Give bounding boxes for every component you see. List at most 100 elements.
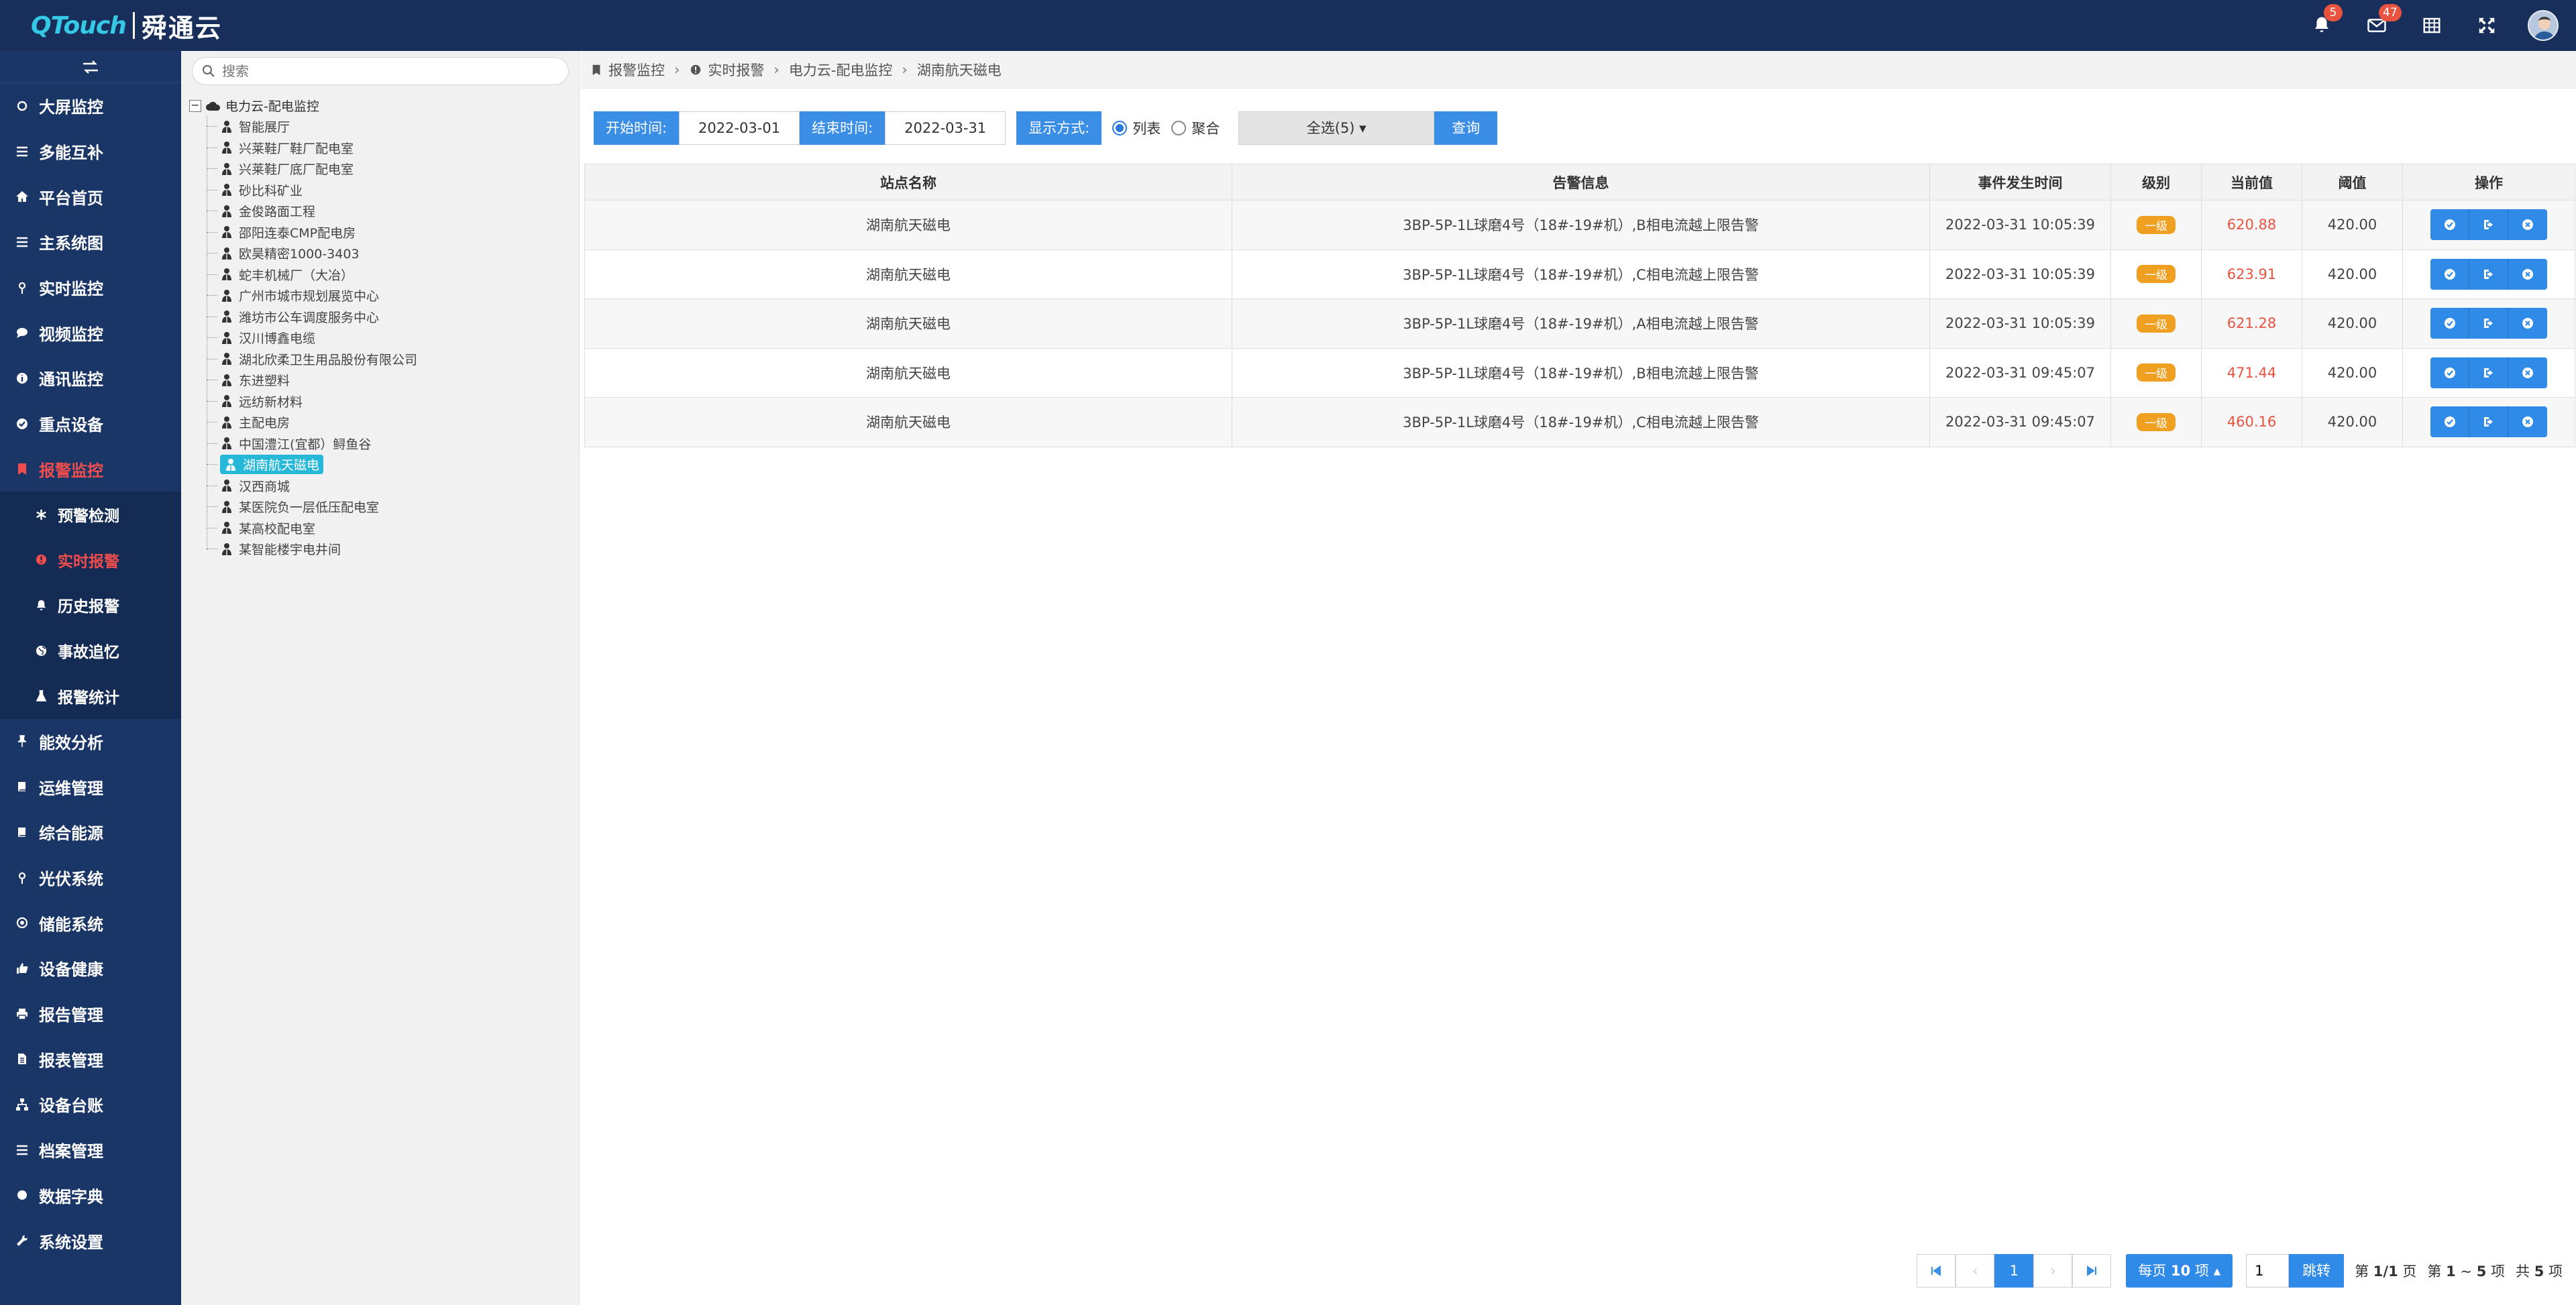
dismiss-button[interactable] — [2508, 258, 2547, 290]
jump-page-input[interactable] — [2246, 1254, 2290, 1288]
end-date-input[interactable]: 2022-03-31 — [885, 111, 1006, 145]
export-button[interactable] — [2469, 258, 2508, 290]
sidebar-subitem-realtime-alarm[interactable]: 实时报警 — [0, 537, 181, 583]
tree-node[interactable]: 湖北欣柔卫生用品股份有限公司 — [207, 349, 572, 370]
tree-node[interactable]: 潍坊市公车调度服务中心 — [207, 306, 572, 328]
tree-node[interactable]: 东进塑料 — [207, 370, 572, 391]
tree-node[interactable]: 主配电房 — [207, 412, 572, 433]
start-date-input[interactable]: 2022-03-01 — [679, 111, 800, 145]
column-header-time[interactable]: 事件发生时间 — [1929, 164, 2111, 201]
sidebar-item-operation[interactable]: 运维管理 — [0, 764, 181, 809]
export-button[interactable] — [2469, 406, 2508, 438]
radio-unchecked[interactable] — [1171, 121, 1187, 135]
sidebar-item-integrated-energy[interactable]: 综合能源 — [0, 809, 181, 855]
tree-node[interactable]: 兴莱鞋厂鞋厂配电室 — [207, 137, 572, 159]
sidebar-item-main-diagram[interactable]: 主系统图 — [0, 219, 181, 265]
sidebar-item-efficiency[interactable]: 能效分析 — [0, 719, 181, 764]
sidebar-item-big-screen[interactable]: 大屏监控 — [0, 83, 181, 129]
tree-node[interactable]: 邵阳连泰CMP配电房 — [207, 222, 572, 243]
logo[interactable]: QTouch 舜通云 — [31, 9, 222, 43]
breadcrumb-item[interactable]: 实时报警 — [689, 60, 764, 80]
next-page-button[interactable]: › — [2033, 1254, 2073, 1288]
fullscreen-button[interactable] — [2459, 0, 2514, 51]
tree-node[interactable]: 广州市城市规划展览中心 — [207, 285, 572, 306]
tree-node[interactable]: 湖南航天磁电 — [207, 454, 572, 475]
sidebar-subitem-warning-detect[interactable]: 预警检测 — [0, 492, 181, 537]
table-row[interactable]: 湖南航天磁电 3BP-5P-1L球磨4号（18#-19#机）,A相电流越上限告警 2… — [584, 298, 2575, 349]
export-button[interactable] — [2469, 209, 2508, 241]
sidebar-item-statement-management[interactable]: 报表管理 — [0, 1036, 181, 1082]
tree-node[interactable]: 蛇丰机械厂（大冶） — [207, 264, 572, 286]
column-header-level[interactable]: 级别 — [2110, 164, 2202, 201]
jump-button[interactable]: 跳转 — [2289, 1254, 2345, 1288]
display-mode-aggregate-radio[interactable]: 聚合 — [1171, 118, 1220, 138]
first-page-button[interactable] — [1917, 1254, 1956, 1288]
select-all-dropdown[interactable]: 全选(5) ▾ — [1238, 111, 1435, 145]
tree-node[interactable]: 某医院负一层低压配电室 — [207, 496, 572, 518]
confirm-button[interactable] — [2430, 406, 2469, 438]
sidebar-item-data-dictionary[interactable]: 数据字典 — [0, 1173, 181, 1218]
tree-search[interactable] — [192, 57, 569, 85]
sidebar-item-equipment-ledger[interactable]: 设备台账 — [0, 1082, 181, 1127]
sidebar-item-realtime-monitor[interactable]: 实时监控 — [0, 265, 181, 310]
sidebar-subitem-alarm-stats[interactable]: 报警统计 — [0, 673, 181, 719]
display-mode-list-radio[interactable]: 列表 — [1112, 118, 1161, 138]
table-row[interactable]: 湖南航天磁电 3BP-5P-1L球磨4号（18#-19#机）,C相电流越上限告警 2… — [584, 397, 2575, 447]
tree-node[interactable]: 某智能楼宇电井间 — [207, 538, 572, 560]
confirm-button[interactable] — [2430, 357, 2469, 388]
tree-node[interactable]: 欧昊精密1000-3403 — [207, 243, 572, 264]
sidebar-item-comm-monitor[interactable]: 通讯监控 — [0, 355, 181, 401]
sidebar-item-system-settings[interactable]: 系统设置 — [0, 1218, 181, 1263]
sidebar-item-video-monitor[interactable]: 视频监控 — [0, 310, 181, 355]
tree-node[interactable]: 中国澧江(宜都）鲟鱼谷 — [207, 433, 572, 455]
last-page-button[interactable] — [2072, 1254, 2112, 1288]
tree-root[interactable]: − 电力云-配电监控 — [189, 95, 572, 116]
tree-node-selected[interactable]: 湖南航天磁电 — [220, 455, 324, 475]
tree-node[interactable]: 某高校配电室 — [207, 518, 572, 539]
breadcrumb-item[interactable]: 电力云-配电监控 — [789, 60, 893, 80]
sidebar-item-report-management[interactable]: 报告管理 — [0, 991, 181, 1037]
table-row[interactable]: 湖南航天磁电 3BP-5P-1L球磨4号（18#-19#机）,C相电流越上限告警 2… — [584, 249, 2575, 299]
column-header-site[interactable]: 站点名称 — [584, 164, 1232, 201]
query-button[interactable]: 查询 — [1434, 111, 1498, 145]
confirm-button[interactable] — [2430, 258, 2469, 290]
tree-node[interactable]: 汉川博鑫电缆 — [207, 327, 572, 349]
grid-button[interactable] — [2404, 0, 2459, 51]
sidebar-item-storage-system[interactable]: 储能系统 — [0, 900, 181, 946]
sidebar-subitem-incident-recall[interactable]: 事故追忆 — [0, 628, 181, 673]
sidebar-item-home[interactable]: 平台首页 — [0, 174, 181, 219]
dismiss-button[interactable] — [2508, 308, 2547, 339]
export-button[interactable] — [2469, 357, 2508, 388]
tree-node[interactable]: 智能展厅 — [207, 116, 572, 137]
dismiss-button[interactable] — [2508, 357, 2547, 388]
sidebar-item-multi-energy[interactable]: 多能互补 — [0, 129, 181, 174]
column-header-current[interactable]: 当前值 — [2201, 164, 2302, 201]
sidebar-item-key-equipment[interactable]: 重点设备 — [0, 401, 181, 447]
confirm-button[interactable] — [2430, 209, 2469, 241]
tree-node[interactable]: 远纺新材料 — [207, 391, 572, 412]
tree-node[interactable]: 砂比科矿业 — [207, 180, 572, 201]
sidebar-item-archive-management[interactable]: 档案管理 — [0, 1127, 181, 1173]
tree-node[interactable]: 兴莱鞋厂底厂配电室 — [207, 158, 572, 180]
sidebar-item-alarm-monitor[interactable]: 报警监控 — [0, 447, 181, 492]
table-row[interactable]: 湖南航天磁电 3BP-5P-1L球磨4号（18#-19#机）,B相电流越上限告警 2… — [584, 347, 2575, 398]
page-button-current[interactable]: 1 — [1994, 1254, 2034, 1288]
tree-collapse-toggle[interactable]: − — [189, 99, 201, 112]
search-input[interactable] — [222, 63, 544, 79]
export-button[interactable] — [2469, 308, 2508, 339]
column-header-info[interactable]: 告警信息 — [1232, 164, 1930, 201]
confirm-button[interactable] — [2430, 308, 2469, 339]
column-header-threshold[interactable]: 阈值 — [2302, 164, 2403, 201]
breadcrumb-item[interactable]: 报警监控 — [590, 60, 665, 80]
sidebar-item-pv-system[interactable]: 光伏系统 — [0, 855, 181, 901]
table-row[interactable]: 湖南航天磁电 3BP-5P-1L球磨4号（18#-19#机）,B相电流越上限告警 2… — [584, 200, 2575, 250]
messages-button[interactable]: 47 — [2349, 0, 2404, 51]
tree-node[interactable]: 金俊路面工程 — [207, 201, 572, 222]
user-avatar[interactable] — [2528, 10, 2559, 41]
sidebar-item-equipment-health[interactable]: 设备健康 — [0, 946, 181, 991]
prev-page-button[interactable]: ‹ — [1955, 1254, 1995, 1288]
page-size-dropdown[interactable]: 每页 10 项 ▴ — [2126, 1254, 2233, 1288]
notifications-button[interactable]: 5 — [2294, 0, 2349, 51]
sidebar-toggle[interactable] — [0, 51, 181, 83]
dismiss-button[interactable] — [2508, 406, 2547, 438]
